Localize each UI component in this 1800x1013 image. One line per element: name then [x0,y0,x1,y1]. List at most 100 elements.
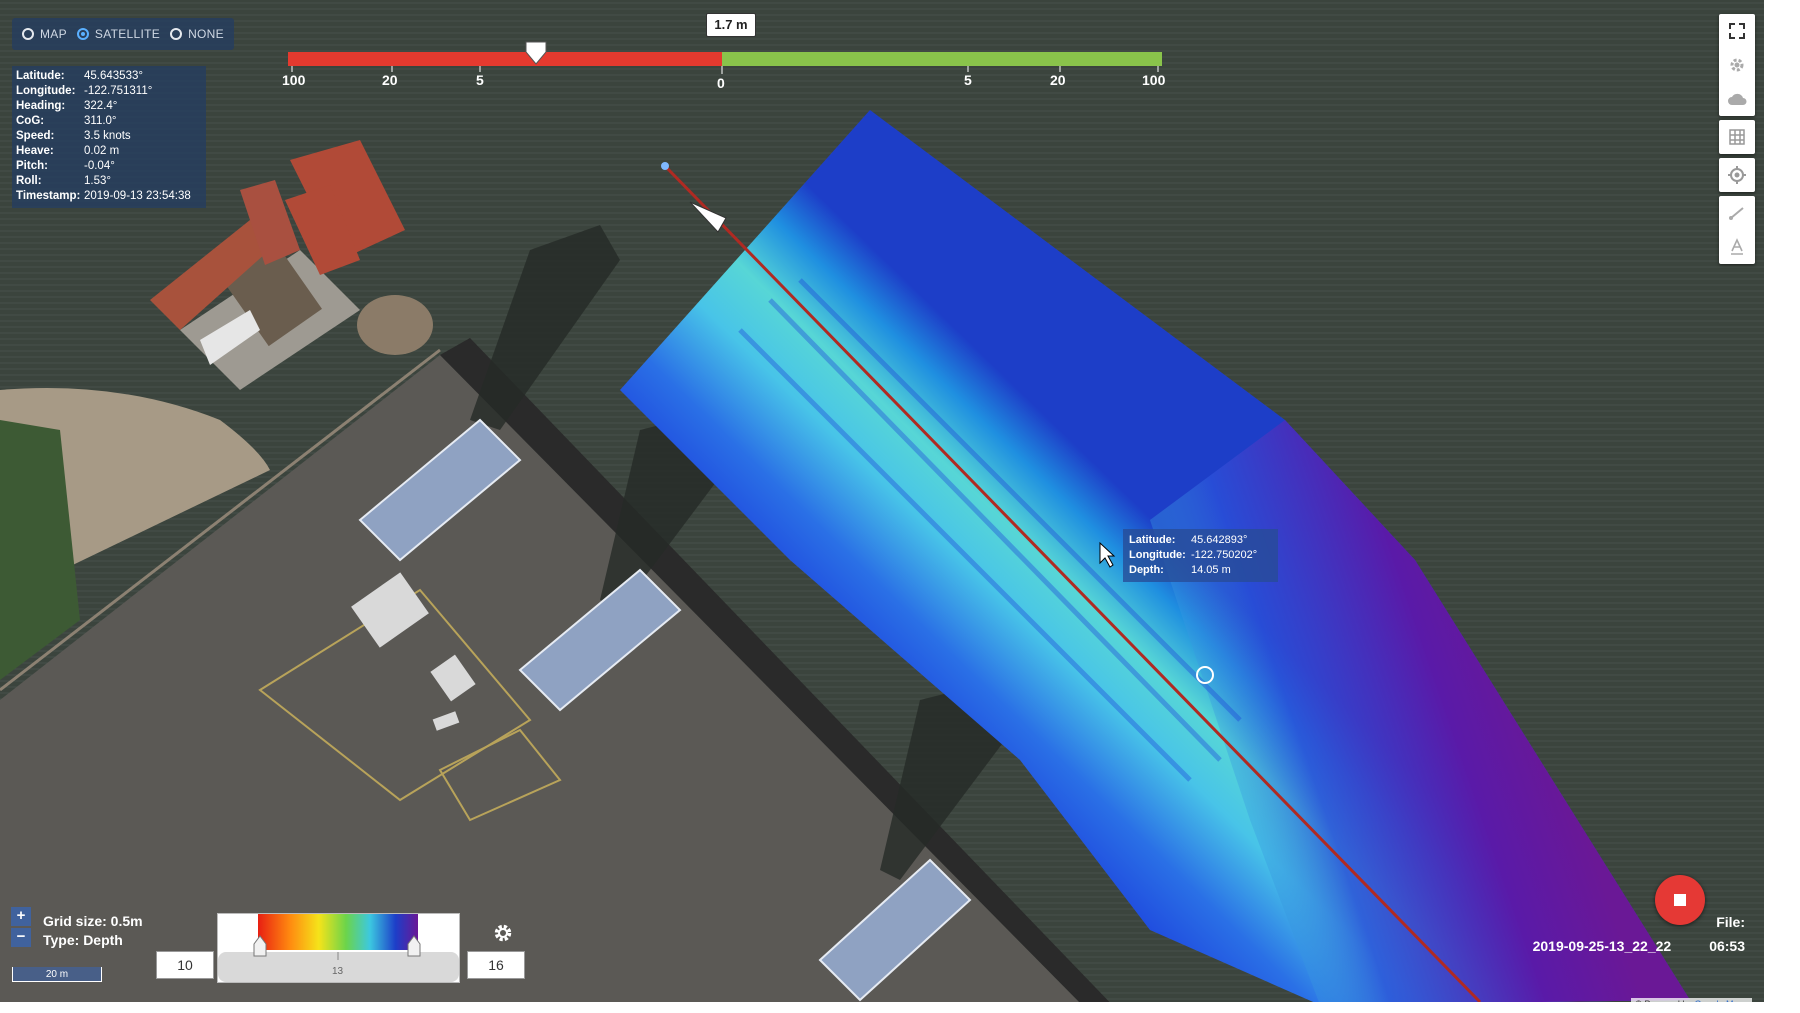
toolbar-group-draw [1719,196,1755,264]
nav-key: Pitch: [16,160,48,172]
layer-option-label: SATELLITE [94,27,161,41]
fullscreen-icon [1729,23,1745,39]
toolbar-group-grid [1719,120,1755,154]
nav-key: Heading: [16,100,66,112]
layer-option-satellite[interactable]: SATELLITE [76,27,161,41]
nav-key: CoG: [16,115,45,127]
tooltip-key: Latitude: [1129,534,1176,546]
tooltip-value: 45.642893° [1191,534,1248,546]
radio-selected-icon[interactable] [76,28,89,40]
locate-button[interactable] [1719,158,1755,192]
text-tool-button[interactable] [1719,230,1755,264]
gauge-value-label: 1.7 m [706,13,756,37]
settings-button[interactable] [1719,48,1755,82]
file-label: File: [1716,914,1745,930]
radio-icon[interactable] [22,28,34,40]
nav-row-heave: Heave: 0.02 m [16,144,202,159]
measure-button[interactable] [1719,196,1755,230]
zoom-out-button[interactable]: − [11,928,31,947]
fullscreen-button[interactable] [1719,14,1755,48]
tooltip-row-latitude: Latitude: 45.642893° [1129,533,1272,548]
grid-icon [1729,129,1745,145]
layer-option-none[interactable]: NONE [170,27,224,41]
nav-row-speed: Speed: 3.5 knots [16,129,202,144]
nav-row-roll: Roll: 1.53° [16,174,202,189]
window-right-border [1764,0,1800,1013]
nav-row-longitude: Longitude: -122.751311° [16,84,202,99]
cloud-download-button[interactable] [1719,82,1755,116]
nav-row-pitch: Pitch: -0.04° [16,159,202,174]
gauge-right-bar [722,52,1162,66]
nav-value: 3.5 knots [84,130,131,142]
layer-option-label: MAP [40,27,67,41]
nav-value: 2019-09-13 23:54:38 [84,190,191,202]
nav-key: Speed: [16,130,55,142]
gauge-tick-label: 5 [476,72,484,88]
recording-duration: 06:53 [1709,938,1745,954]
nav-key: Roll: [16,175,42,187]
radio-icon[interactable] [170,28,183,40]
depth-tooltip: Latitude: 45.642893° Longitude: -122.75020… [1123,529,1278,582]
gauge-tick-label: 100 [282,72,306,88]
stop-recording-button[interactable] [1655,875,1705,925]
cloud-download-icon [1728,93,1747,105]
color-scale-settings-icon[interactable] [492,922,514,944]
tooltip-value: -122.750202° [1191,549,1258,561]
zoom-controls: + − [11,907,31,947]
color-scale-gradient [258,914,418,950]
layer-option-label: NONE [188,27,224,41]
nav-value: 1.53° [84,175,111,187]
grid-type-label: Type: Depth [43,932,123,948]
tooltip-key: Depth: [1129,564,1164,576]
nav-value: 311.0° [84,115,117,127]
nav-value: 0.02 m [84,145,120,157]
gauge-left-bar [288,52,722,66]
tooltip-row-longitude: Longitude: -122.750202° [1129,548,1272,563]
toolbar-group-locate [1719,158,1755,192]
zoom-in-button[interactable]: + [11,907,31,926]
tooltip-key: Longitude: [1129,549,1186,561]
grid-info: Grid size: 0.5m Type: Depth [43,912,143,950]
tooltip-value: 14.05 m [1191,564,1231,576]
satellite-map[interactable] [0,0,1800,1013]
nav-row-heading: Heading: 322.4° [16,99,202,114]
color-scale-max-input[interactable]: 16 [467,951,525,979]
nav-key: Longitude: [16,85,76,97]
gear-icon [1730,58,1744,72]
gauge-tick-label: 20 [382,72,398,88]
window-bottom-border [0,1002,1800,1013]
tooltip-row-depth: Depth: 14.05 m [1129,563,1272,578]
grid-button[interactable] [1719,120,1755,154]
gauge-tick-label: 20 [1050,72,1066,88]
nav-key: Timestamp: [16,190,81,202]
toolbar-group-top [1719,14,1755,116]
nav-key: Heave: [16,145,54,157]
nav-row-cog: CoG: 311.0° [16,114,202,129]
nav-value: 322.4° [84,100,118,112]
text-icon [1731,238,1743,255]
nav-row-latitude: Latitude: 45.643533° [16,69,202,84]
color-scale-min-input[interactable]: 10 [156,951,214,979]
map-toolbar [1719,14,1755,264]
map-layer-selector: MAP SATELLITE NONE [12,18,234,50]
stop-icon [1674,894,1686,906]
measure-icon [1729,207,1744,220]
color-scale-graphic: 13 [218,914,459,982]
layer-option-map[interactable]: MAP [22,27,67,41]
nav-value: 45.643533° [84,70,143,82]
grid-size-label: Grid size: 0.5m [43,913,143,929]
recording-file-info: File: 2019-09-25-13_22_22 06:53 [1533,910,1745,958]
nav-value: -0.04° [84,160,115,172]
navigation-readout: Latitude: 45.643533° Longitude: -122.75131… [12,66,206,208]
gauge-tick-label: 5 [964,72,972,88]
app-window: MAP SATELLITE NONE Latitude: 45.643533° L… [0,0,1800,1013]
gauge-tick-label: 100 [1142,72,1166,88]
file-name: 2019-09-25-13_22_22 [1532,938,1672,954]
nav-row-timestamp: Timestamp: 2019-09-13 23:54:38 [16,189,202,204]
map-scale-bar: 20 m [12,967,102,982]
gauge-tick-label: 0 [717,75,725,91]
locate-icon [1728,166,1746,184]
nav-key: Latitude: [16,70,65,82]
color-scale-mid-label: 13 [332,966,344,977]
color-scale-slider[interactable]: 13 [217,913,460,983]
